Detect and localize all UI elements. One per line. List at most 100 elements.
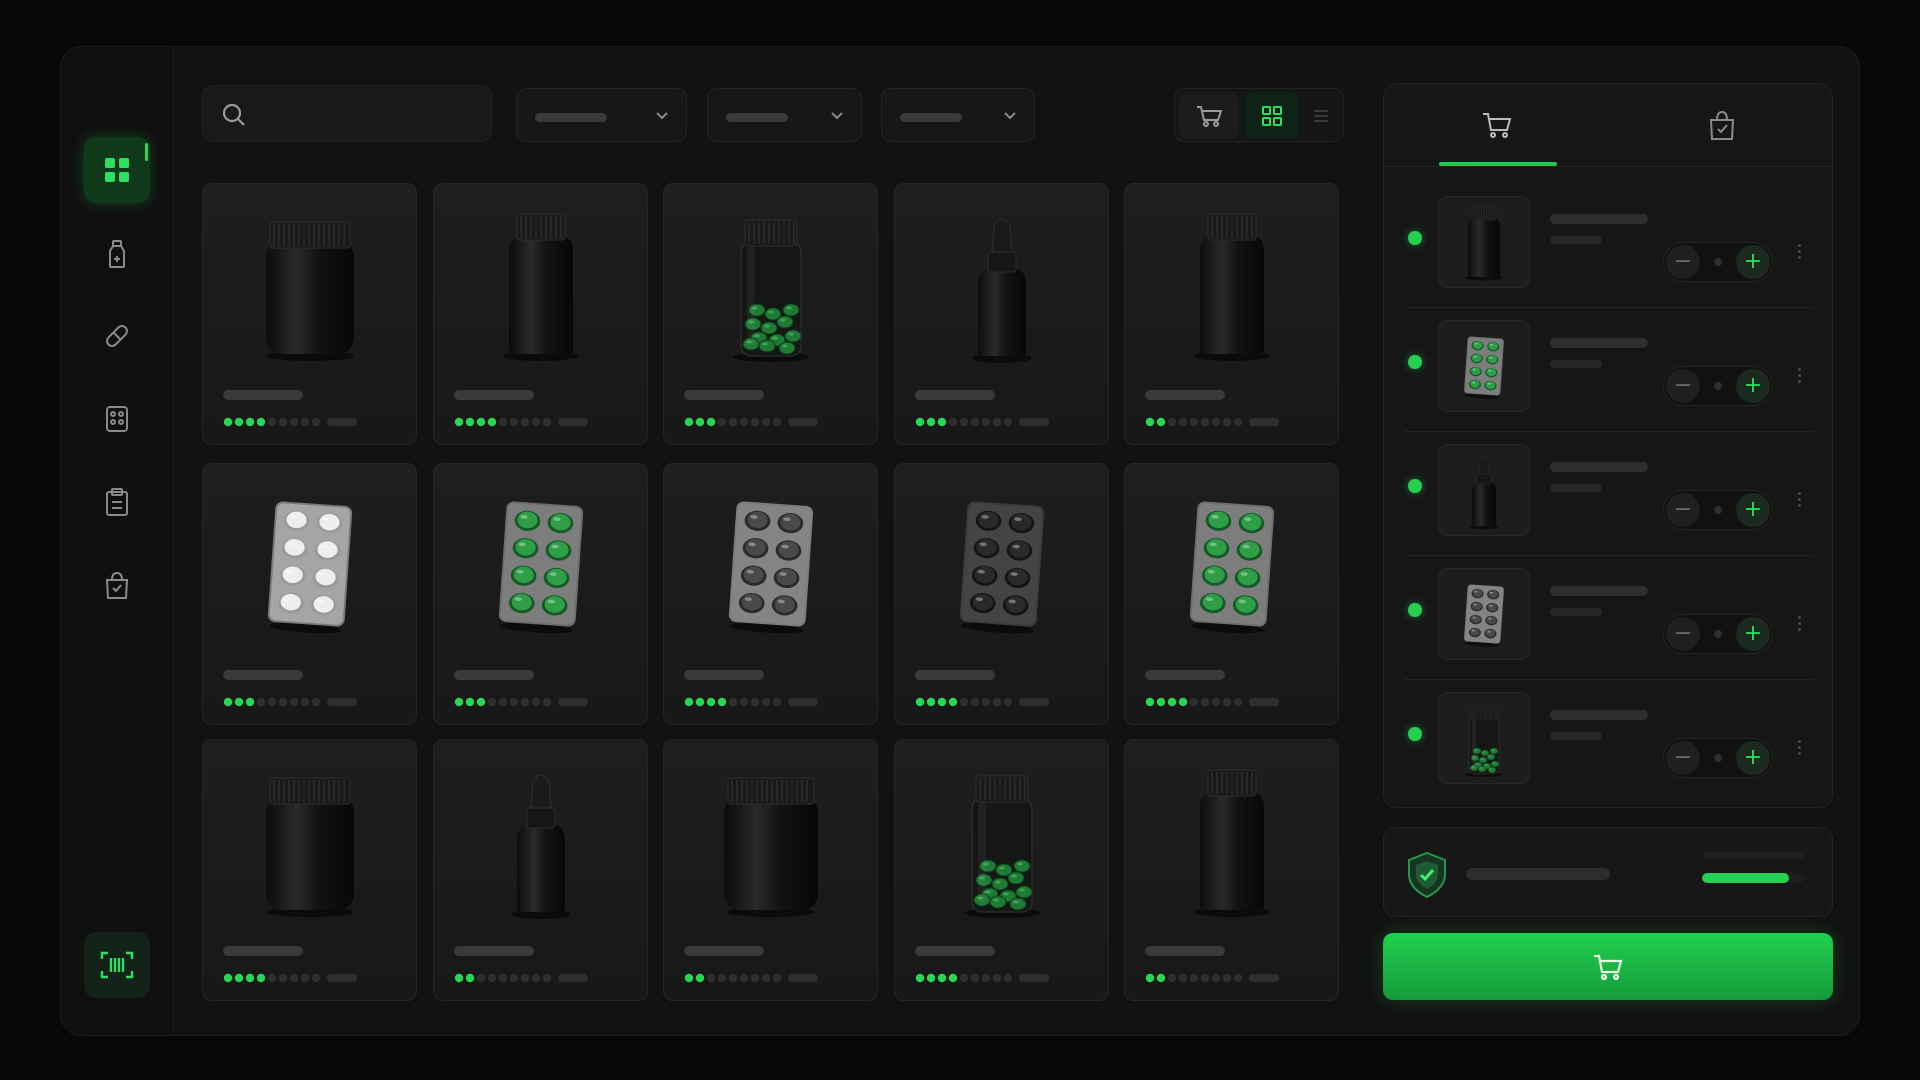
cart-item-price (1550, 360, 1602, 368)
chevron-down-icon (1004, 112, 1016, 120)
product-rating (915, 414, 1055, 427)
summary-caption (1702, 852, 1804, 859)
increase-quantity-button[interactable]: + (1736, 245, 1770, 279)
product-image (434, 184, 647, 384)
more-options-icon[interactable] (1796, 616, 1802, 631)
checkout-button[interactable] (1383, 933, 1833, 1000)
status-indicator (1408, 231, 1422, 245)
product-rating (223, 970, 363, 983)
product-image (664, 740, 877, 940)
more-options-icon[interactable] (1796, 244, 1802, 259)
cart-item-price (1550, 732, 1602, 740)
bag-icon (1709, 110, 1734, 140)
more-options-icon[interactable] (1796, 740, 1802, 755)
product-name (454, 670, 534, 680)
quantity-value (1714, 754, 1722, 762)
product-card[interactable] (202, 183, 417, 445)
sidebar-item-orders[interactable] (84, 469, 150, 535)
product-image (434, 464, 647, 664)
quantity-value (1714, 382, 1722, 390)
cart-item-thumbnail (1438, 692, 1530, 784)
cart-item-thumbnail (1438, 568, 1530, 660)
product-card[interactable] (894, 183, 1109, 445)
product-card[interactable] (433, 183, 648, 445)
product-card[interactable] (663, 739, 878, 1001)
quantity-stepper: − + (1663, 490, 1773, 530)
increase-quantity-button[interactable]: + (1736, 741, 1770, 775)
quantity-stepper: − + (1663, 614, 1773, 654)
product-image (895, 184, 1108, 384)
tab-cart[interactable] (1384, 84, 1609, 166)
quantity-stepper: − + (1663, 366, 1773, 406)
product-image (664, 464, 877, 664)
product-card[interactable] (433, 463, 648, 725)
product-card[interactable] (1124, 183, 1339, 445)
status-indicator (1408, 355, 1422, 369)
product-image (434, 740, 647, 940)
decrease-quantity-button[interactable]: − (1666, 245, 1700, 279)
product-card[interactable] (663, 463, 878, 725)
product-name (684, 390, 764, 400)
product-card[interactable] (202, 739, 417, 1001)
cart-item-name (1550, 338, 1648, 348)
decrease-quantity-button[interactable]: − (1666, 617, 1700, 651)
sort-dropdown[interactable] (881, 88, 1035, 142)
decrease-quantity-button[interactable]: − (1666, 369, 1700, 403)
product-name (1145, 390, 1225, 400)
order-summary (1383, 827, 1833, 917)
sidebar-item-blister[interactable] (84, 386, 150, 452)
increase-quantity-button[interactable]: + (1736, 369, 1770, 403)
cart-item-name (1550, 586, 1648, 596)
product-card[interactable] (1124, 463, 1339, 725)
bag-icon (105, 571, 129, 599)
status-indicator (1408, 479, 1422, 493)
blister-icon (106, 406, 128, 432)
barcode-scan-button[interactable] (84, 932, 150, 998)
cart-item-price (1550, 484, 1602, 492)
product-card[interactable] (202, 463, 417, 725)
decrease-quantity-button[interactable]: − (1666, 741, 1700, 775)
tab-bag[interactable] (1609, 84, 1834, 166)
cart-icon (1594, 954, 1623, 980)
product-image (895, 740, 1108, 940)
list-view-button[interactable] (1303, 92, 1339, 139)
cart-item-price (1550, 608, 1602, 616)
quantity-stepper: − + (1663, 242, 1773, 282)
more-options-icon[interactable] (1796, 492, 1802, 507)
product-rating (915, 970, 1055, 983)
cart-item-thumbnail (1438, 320, 1530, 412)
product-name (223, 946, 303, 956)
bottle-icon (109, 240, 125, 268)
sidebar-item-bottles[interactable] (84, 221, 150, 287)
sidebar-item-dashboard[interactable] (84, 137, 150, 203)
cart-item: − + (1384, 432, 1834, 556)
brand-dropdown[interactable] (707, 88, 862, 142)
category-dropdown[interactable] (516, 88, 687, 142)
cart-item-price (1550, 236, 1602, 244)
more-options-icon[interactable] (1796, 368, 1802, 383)
product-name (915, 670, 995, 680)
sidebar-item-bag[interactable] (84, 552, 150, 618)
product-card[interactable] (1124, 739, 1339, 1001)
product-image (1125, 184, 1338, 384)
decrease-quantity-button[interactable]: − (1666, 493, 1700, 527)
product-card[interactable] (894, 463, 1109, 725)
increase-quantity-button[interactable]: + (1736, 493, 1770, 527)
product-rating (454, 970, 594, 983)
dropdown-value (726, 113, 788, 122)
product-card[interactable] (894, 739, 1109, 1001)
product-card[interactable] (433, 739, 648, 1001)
grid-view-button[interactable] (1245, 92, 1299, 139)
increase-quantity-button[interactable]: + (1736, 617, 1770, 651)
list-icon (1314, 109, 1328, 122)
quantity-value (1714, 506, 1722, 514)
product-rating (1145, 970, 1285, 983)
sidebar-item-pills[interactable] (84, 303, 150, 369)
status-indicator (1408, 727, 1422, 741)
search-input[interactable] (202, 85, 492, 142)
product-name (684, 670, 764, 680)
product-name (223, 390, 303, 400)
cart-view-button[interactable] (1179, 92, 1239, 139)
product-card[interactable] (663, 183, 878, 445)
dropdown-value (535, 113, 607, 122)
